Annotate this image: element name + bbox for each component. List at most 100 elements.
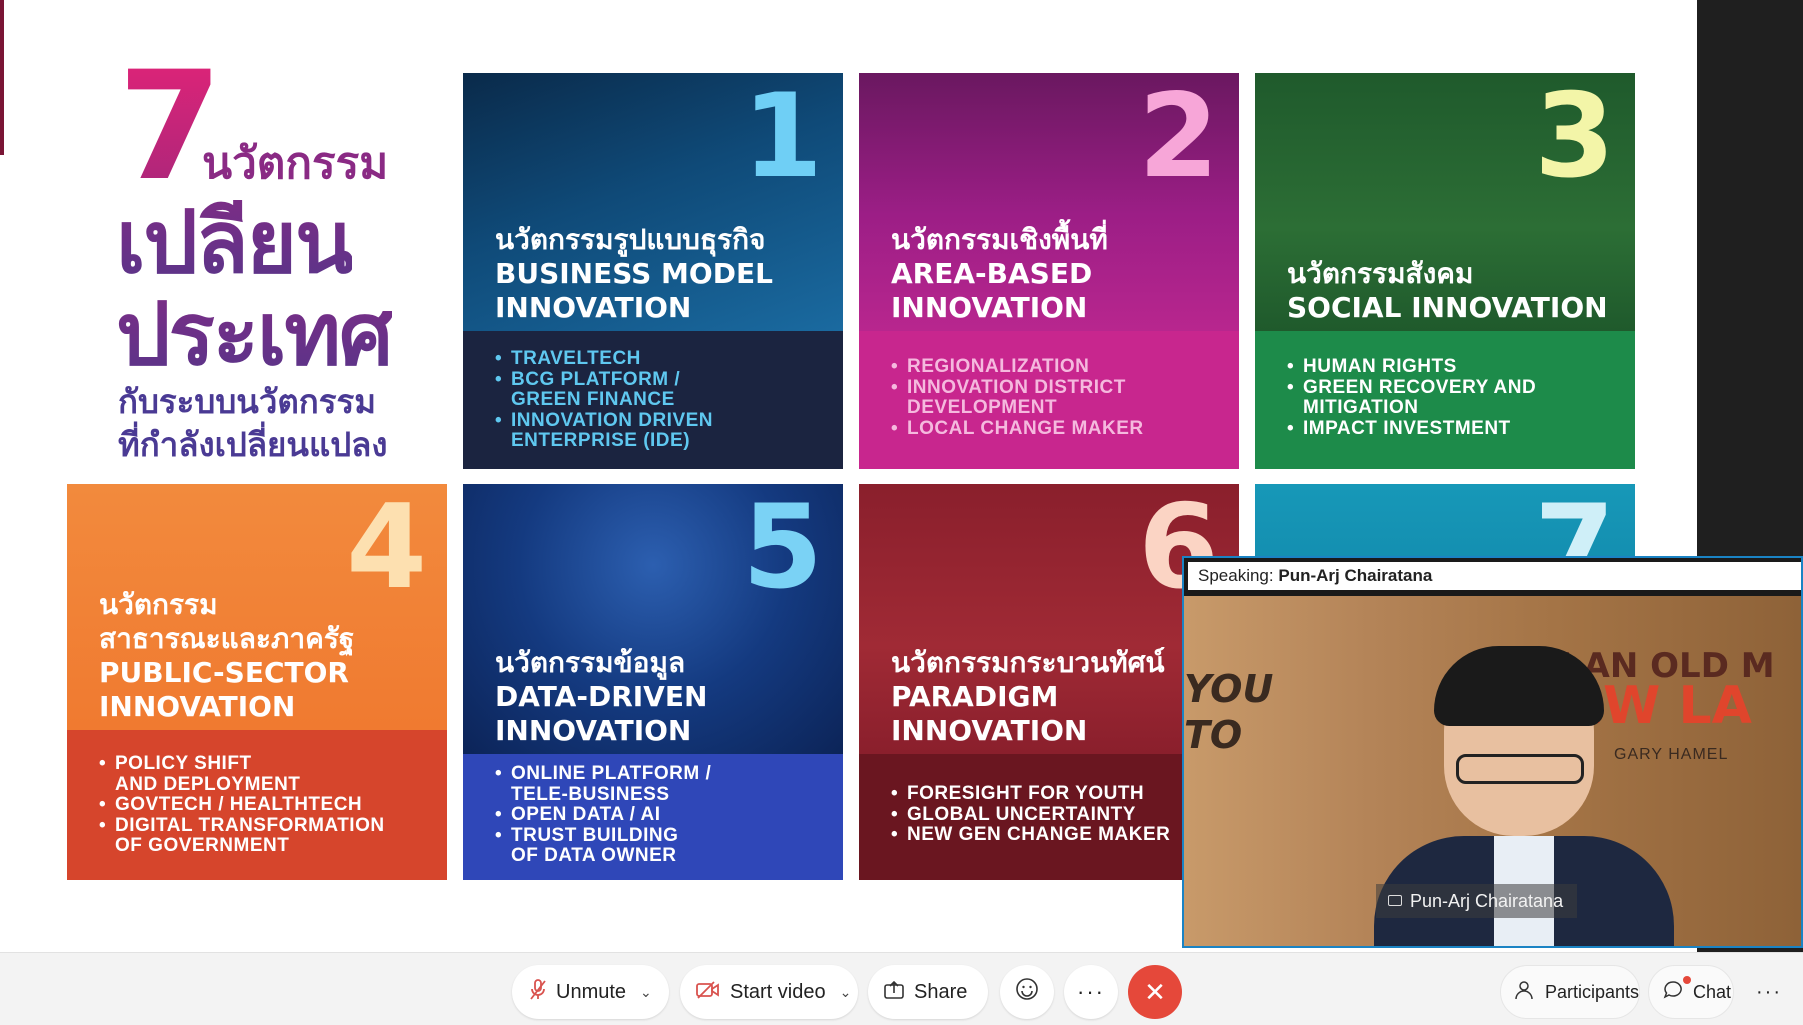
tile-bullet-list: ONLINE PLATFORM / TELE-BUSINESS OPEN DAT… bbox=[495, 763, 711, 867]
tile-number: 2 bbox=[1138, 73, 1219, 204]
speaker-glasses bbox=[1456, 754, 1584, 784]
unread-dot bbox=[1683, 976, 1691, 984]
bullet-item: BCG PLATFORM / GREEN FINANCE bbox=[495, 369, 713, 411]
tile-title-line: INNOVATION bbox=[891, 714, 1088, 747]
tile-list-panel: HUMAN RIGHTS GREEN RECOVERY AND MITIGATI… bbox=[1255, 331, 1635, 469]
bullet-item: LOCAL CHANGE MAKER bbox=[891, 418, 1144, 440]
tile-title-line: นวัตกรรมข้อมูล bbox=[495, 646, 686, 679]
speaking-label: Speaking: bbox=[1198, 566, 1274, 585]
camera-feed: YOU TO SE AN OLD M NEW LA GARY HAMEL Pun… bbox=[1184, 596, 1801, 946]
tile-title-line: BUSINESS MODEL bbox=[495, 257, 773, 290]
bullet-item: ONLINE PLATFORM / TELE-BUSINESS bbox=[495, 763, 711, 805]
tile-title-line: AREA-BASED bbox=[891, 257, 1093, 290]
slide-edge-accent bbox=[0, 0, 4, 155]
tile-title-line: PUBLIC-SECTOR bbox=[99, 656, 349, 689]
tile-title: นวัตกรรมเชิงพื้นที่ AREA-BASED INNOVATIO… bbox=[891, 223, 1108, 325]
tile-title-line: สาธารณะและภาครัฐ bbox=[99, 622, 355, 655]
tile-title: นวัตกรรมข้อมูล DATA-DRIVEN INNOVATION bbox=[495, 646, 707, 748]
start-video-label: Start video bbox=[730, 980, 826, 1003]
tile-title: นวัตกรรม สาธารณะและภาครัฐ PUBLIC-SECTOR … bbox=[99, 588, 354, 724]
active-speaker-video[interactable]: Speaking: Pun-Arj Chairatana YOU TO SE A… bbox=[1182, 556, 1803, 948]
title-line-3: ประเทศ bbox=[116, 285, 394, 385]
meeting-toolbar: Unmute ⌄ Start video ⌄ Share ··· ✕ Parti… bbox=[0, 952, 1803, 1025]
chat-button[interactable]: Chat bbox=[1648, 965, 1734, 1019]
tile-title-line: PARADIGM bbox=[891, 680, 1059, 713]
participants-icon bbox=[1515, 980, 1535, 1004]
wall-text-line: YOU bbox=[1184, 667, 1274, 711]
participants-button[interactable]: Participants bbox=[1500, 965, 1640, 1019]
chat-icon bbox=[1663, 980, 1683, 1004]
tile-image: 1 นวัตกรรมรูปแบบธุรกิจ BUSINESS MODEL IN… bbox=[463, 73, 843, 331]
innovation-tile-1: 1 นวัตกรรมรูปแบบธุรกิจ BUSINESS MODEL IN… bbox=[463, 73, 843, 469]
speaker-hair bbox=[1434, 646, 1604, 726]
tile-image: 4 นวัตกรรม สาธารณะและภาครัฐ PUBLIC-SECTO… bbox=[67, 484, 447, 730]
chevron-down-icon[interactable]: ⌄ bbox=[640, 984, 652, 1001]
unmute-button[interactable]: Unmute ⌄ bbox=[512, 965, 669, 1019]
bullet-item: IMPACT INVESTMENT bbox=[1287, 418, 1536, 440]
tile-image: 5 นวัตกรรมข้อมูล DATA-DRIVEN INNOVATION bbox=[463, 484, 843, 754]
tile-title: นวัตกรรมสังคม SOCIAL INNOVATION bbox=[1287, 257, 1608, 325]
tile-number: 1 bbox=[742, 73, 823, 204]
bullet-item: HUMAN RIGHTS bbox=[1287, 356, 1536, 378]
tile-number: 5 bbox=[742, 484, 823, 615]
chat-label: Chat bbox=[1693, 981, 1732, 1002]
background-wall-text-left: YOU TO bbox=[1184, 666, 1273, 758]
innovation-tile-5: 5 นวัตกรรมข้อมูล DATA-DRIVEN INNOVATION … bbox=[463, 484, 843, 880]
name-tag-label: Pun-Arj Chairatana bbox=[1410, 891, 1564, 911]
bullet-item: NEW GEN CHANGE MAKER bbox=[891, 824, 1170, 846]
tile-title-line: SOCIAL INNOVATION bbox=[1287, 291, 1608, 324]
subtitle-line-2: ที่กำลังเปลี่ยนแปลง bbox=[118, 425, 388, 464]
tile-title: นวัตกรรมกระบวนทัศน์ PARADIGM INNOVATION bbox=[891, 646, 1165, 748]
innovation-tile-2: 2 นวัตกรรมเชิงพื้นที่ AREA-BASED INNOVAT… bbox=[859, 73, 1239, 469]
muted-mic-icon bbox=[530, 979, 546, 1005]
reactions-button[interactable] bbox=[1000, 965, 1054, 1019]
more-icon: ··· bbox=[1077, 979, 1105, 1004]
tile-title-line: นวัตกรรม bbox=[99, 588, 218, 621]
start-video-button[interactable]: Start video ⌄ bbox=[680, 965, 858, 1019]
bullet-item: GREEN RECOVERY AND MITIGATION bbox=[1287, 377, 1536, 419]
bullet-item: OPEN DATA / AI bbox=[495, 804, 711, 826]
tile-title-line: INNOVATION bbox=[99, 690, 296, 723]
bullet-item: FORESIGHT FOR YOUTH bbox=[891, 783, 1170, 805]
bullet-item: REGIONALIZATION bbox=[891, 356, 1144, 378]
tile-list-panel: TRAVELTECH BCG PLATFORM / GREEN FINANCE … bbox=[463, 331, 843, 469]
tile-title-line: นวัตกรรมรูปแบบธุรกิจ bbox=[495, 223, 766, 256]
tile-title-line: INNOVATION bbox=[891, 291, 1088, 324]
tile-image: 2 นวัตกรรมเชิงพื้นที่ AREA-BASED INNOVAT… bbox=[859, 73, 1239, 331]
tile-title-line: INNOVATION bbox=[495, 291, 692, 324]
tile-number: 4 bbox=[346, 484, 427, 615]
share-label: Share bbox=[914, 980, 968, 1003]
tile-bullet-list: TRAVELTECH BCG PLATFORM / GREEN FINANCE … bbox=[495, 348, 713, 452]
tile-title-line: นวัตกรรมสังคม bbox=[1287, 257, 1474, 290]
bullet-item: POLICY SHIFT AND DEPLOYMENT bbox=[99, 753, 385, 795]
title-line-2: เปลี่ยน bbox=[116, 193, 354, 293]
share-screen-icon bbox=[884, 980, 904, 1003]
speaking-indicator: Speaking: Pun-Arj Chairatana bbox=[1188, 562, 1801, 590]
speaker-name: Pun-Arj Chairatana bbox=[1278, 566, 1433, 585]
tile-list-panel: REGIONALIZATION INNOVATION DISTRICT DEVE… bbox=[859, 331, 1239, 469]
bullet-item: DIGITAL TRANSFORMATION OF GOVERNMENT bbox=[99, 815, 385, 857]
camera-icon bbox=[1388, 895, 1402, 906]
video-off-icon bbox=[696, 981, 720, 1003]
participant-name-tag: Pun-Arj Chairatana bbox=[1376, 884, 1578, 918]
tile-bullet-list: REGIONALIZATION INNOVATION DISTRICT DEVE… bbox=[891, 356, 1144, 440]
innovation-tile-3: 3 นวัตกรรมสังคม SOCIAL INNOVATION HUMAN … bbox=[1255, 73, 1635, 469]
reactions-icon bbox=[1015, 977, 1039, 1008]
unmute-label: Unmute bbox=[556, 980, 627, 1003]
overflow-menu-button[interactable]: ··· bbox=[1742, 965, 1796, 1019]
innovation-tile-4: 4 นวัตกรรม สาธารณะและภาครัฐ PUBLIC-SECTO… bbox=[67, 484, 447, 880]
bullet-item: GLOBAL UNCERTAINTY bbox=[891, 804, 1170, 826]
tile-image: 3 นวัตกรรมสังคม SOCIAL INNOVATION bbox=[1255, 73, 1635, 331]
title-line-1: นวัตกรรม bbox=[202, 138, 389, 189]
bullet-item: TRAVELTECH bbox=[495, 348, 713, 370]
tile-title-line: นวัตกรรมกระบวนทัศน์ bbox=[891, 646, 1165, 679]
chevron-down-icon[interactable]: ⌄ bbox=[840, 984, 852, 1001]
end-call-button[interactable]: ✕ bbox=[1128, 965, 1182, 1019]
tile-title: นวัตกรรมรูปแบบธุรกิจ BUSINESS MODEL INNO… bbox=[495, 223, 773, 325]
tile-list-panel: POLICY SHIFT AND DEPLOYMENT GOVTECH / HE… bbox=[67, 730, 447, 880]
tile-title-line: DATA-DRIVEN bbox=[495, 680, 708, 713]
bullet-item: GOVTECH / HEALTHTECH bbox=[99, 794, 385, 816]
more-button[interactable]: ··· bbox=[1064, 965, 1118, 1019]
tile-bullet-list: HUMAN RIGHTS GREEN RECOVERY AND MITIGATI… bbox=[1287, 356, 1536, 440]
share-button[interactable]: Share bbox=[868, 965, 988, 1019]
